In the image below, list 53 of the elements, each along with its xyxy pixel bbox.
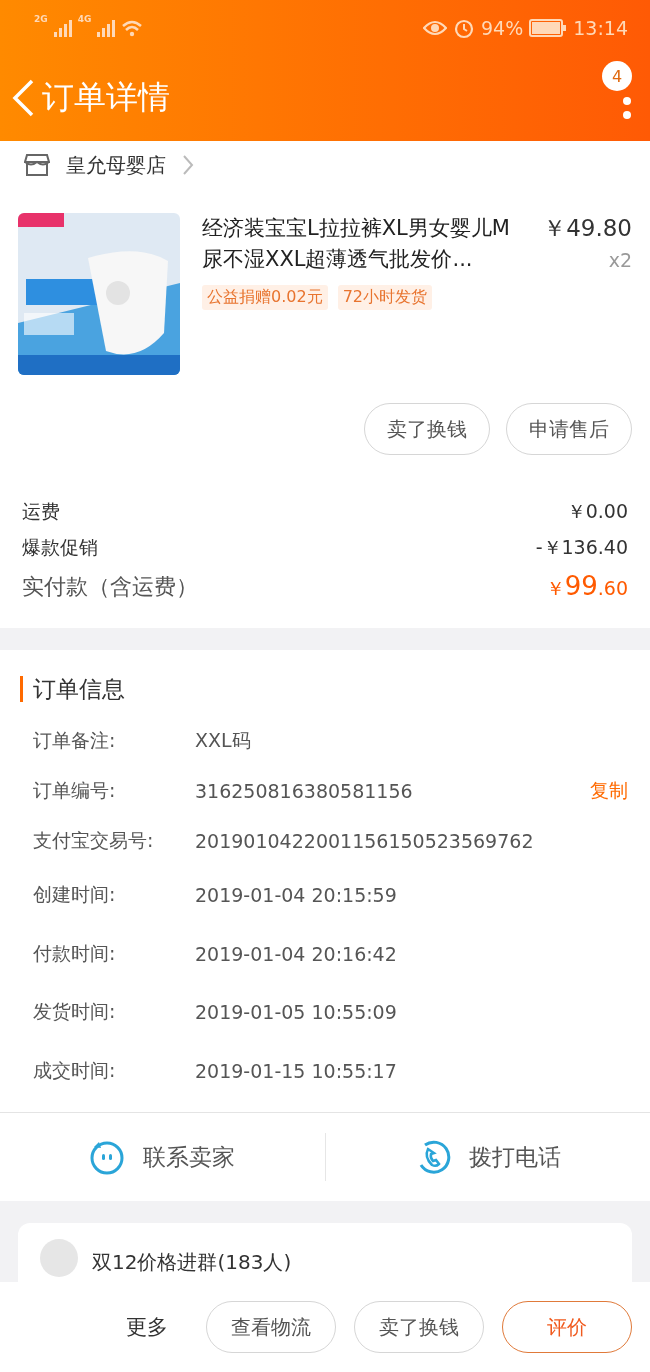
product-quantity: x2	[608, 249, 632, 271]
fee-value: ￥0.00	[566, 499, 628, 524]
notification-badge: 4	[602, 61, 632, 91]
product-price: ￥49.80	[543, 214, 632, 243]
group-avatar	[40, 1239, 78, 1277]
info-label: 订单备注:	[33, 728, 117, 753]
info-value: 2019-01-15 10:55:17	[195, 1059, 398, 1082]
fee-label: 运费	[22, 499, 60, 524]
info-label: 创建时间:	[33, 882, 117, 908]
back-icon[interactable]	[10, 78, 36, 118]
info-value: 316250816380581156	[195, 780, 414, 802]
total-label: 实付款（含运费）	[22, 572, 198, 601]
contact-button[interactable]: 联系卖家	[0, 1113, 325, 1201]
total-amount: ￥99.60	[545, 571, 628, 602]
more-icon[interactable]	[622, 96, 632, 120]
info-value: 2019-01-04 20:16:42	[195, 942, 398, 965]
signal-icon	[97, 18, 116, 37]
bottom-button[interactable]: 查看物流	[206, 1301, 336, 1353]
info-label: 发货时间:	[33, 999, 117, 1025]
product-title[interactable]: 经济装宝宝L拉拉裤XL男女婴儿M尿不湿XXL超薄透气批发价...	[202, 213, 522, 275]
network-label: 2G	[34, 14, 48, 24]
info-value: XXL码	[195, 728, 252, 753]
eye-icon	[423, 18, 447, 37]
shop-name[interactable]: 皇允母婴店	[66, 151, 166, 179]
fee-label: 爆款促销	[22, 535, 98, 560]
fee-value: -￥136.40	[535, 535, 628, 560]
action-button[interactable]: 申请售后	[506, 403, 632, 455]
battery-percent: 94%	[481, 16, 524, 39]
page-title: 订单详情	[42, 77, 170, 118]
chat-face-icon	[89, 1139, 126, 1175]
info-label: 支付宝交易号:	[33, 828, 155, 853]
clock-time: 13:14	[573, 16, 628, 39]
info-value: 2019-01-04 20:15:59	[195, 884, 398, 907]
info-value: 2019-01-05 10:55:09	[195, 1001, 398, 1024]
product-tag: 公益捐赠0.02元	[202, 285, 328, 310]
action-button[interactable]: 卖了换钱	[364, 403, 490, 455]
chevron-right-icon	[182, 154, 194, 176]
signal-icon	[53, 18, 72, 37]
product-tag: 72小时发货	[337, 285, 432, 310]
shop-icon	[24, 153, 50, 177]
group-card[interactable]: 双12价格进群(183人)	[18, 1223, 632, 1282]
network-label: 4G	[77, 14, 92, 24]
bottom-button[interactable]: 卖了换钱	[354, 1301, 484, 1353]
info-label: 成交时间:	[33, 1057, 117, 1083]
contact-button[interactable]: 拨打电话	[325, 1113, 650, 1201]
section-title: 订单信息	[20, 676, 650, 702]
battery-icon	[529, 18, 568, 37]
group-name: 双12价格进群(183人)	[92, 1249, 292, 1276]
info-label: 付款时间:	[33, 940, 117, 966]
info-label: 订单编号:	[33, 778, 117, 803]
wifi-icon	[121, 18, 144, 37]
info-value: 2019010422001156150523569762	[195, 830, 535, 852]
more-link[interactable]: 更多	[126, 1313, 168, 1341]
